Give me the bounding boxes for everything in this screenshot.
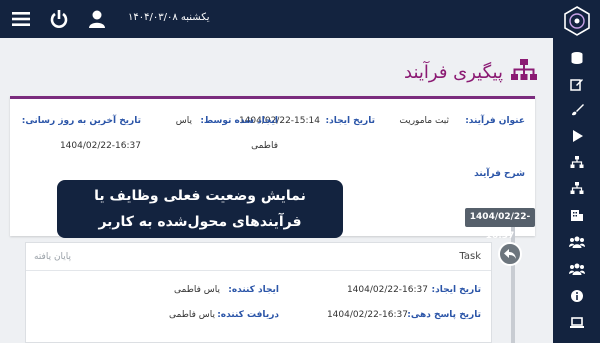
shield-logo[interactable] bbox=[562, 6, 592, 36]
play-icon[interactable] bbox=[553, 123, 600, 149]
users-icon[interactable] bbox=[553, 229, 600, 255]
building-icon[interactable] bbox=[553, 202, 600, 228]
task-creator-value: یاس فاطمی bbox=[173, 285, 220, 295]
last-update-label: تاریخ آخرین به روز رسانی: bbox=[21, 116, 141, 126]
brush-icon[interactable] bbox=[553, 97, 600, 123]
top-bar: یکشنبه ۱۴۰۴/۰۳/۰۸ bbox=[0, 0, 553, 38]
task-receiver-value: یاس فاطمی bbox=[168, 310, 215, 320]
created-date-label: تاریخ ایجاد: bbox=[325, 116, 376, 126]
last-update-value: 1404/02/22-16:37 bbox=[59, 141, 141, 151]
task-created-date-label: تاریخ ایجاد: bbox=[431, 285, 482, 295]
info-icon[interactable] bbox=[553, 283, 600, 309]
user-icon[interactable] bbox=[86, 8, 108, 30]
users-icon[interactable] bbox=[553, 256, 600, 282]
task-card[interactable]: Task پایان یافته تاریخ ایجاد: 1404/02/22… bbox=[25, 242, 492, 343]
callout-line-1: نمایش وضعیت فعلی وظایف یا bbox=[94, 188, 306, 204]
timeline-date-badge: 1404/02/22-16:37 bbox=[465, 208, 535, 241]
callout-line-2: فرآیندهای محول‌شده به کاربر bbox=[98, 214, 302, 230]
sidebar bbox=[553, 0, 600, 343]
process-title-value: ثبت ماموریت bbox=[399, 116, 449, 126]
task-created-date-value: 1404/02/22-16:37 bbox=[346, 285, 428, 295]
task-header: Task پایان یافته bbox=[26, 243, 491, 271]
database-icon[interactable] bbox=[553, 45, 600, 71]
process-title-label: عنوان فرآیند: bbox=[465, 116, 525, 126]
sitemap-icon[interactable] bbox=[553, 149, 600, 175]
sitemap-icon[interactable] bbox=[553, 175, 600, 201]
power-icon[interactable] bbox=[48, 8, 70, 30]
task-creator-label: ایجاد کننده: bbox=[228, 285, 279, 295]
edit-icon[interactable] bbox=[553, 71, 600, 97]
process-description-label: شرح فرآیند bbox=[474, 169, 525, 179]
task-status: پایان یافته bbox=[34, 252, 72, 262]
task-receiver-label: دریافت کننده: bbox=[217, 310, 279, 320]
page-header: پیگیری فرآیند bbox=[404, 58, 537, 86]
task-response-date-label: تاریخ پاسخ دهی: bbox=[407, 310, 481, 320]
current-date: یکشنبه ۱۴۰۴/۰۳/۰۸ bbox=[128, 12, 210, 23]
page-title: پیگیری فرآیند bbox=[404, 61, 503, 83]
task-response-date-value: 1404/02/22-16:37 bbox=[326, 310, 408, 320]
created-by-family: فاطمی bbox=[251, 141, 278, 151]
sitemap-icon bbox=[511, 58, 537, 86]
created-by-label: ایجاد شده توسط: bbox=[200, 116, 278, 126]
laptop-icon[interactable] bbox=[553, 310, 600, 336]
info-callout: نمایش وضعیت فعلی وظایف یا فرآیندهای محول… bbox=[57, 180, 343, 238]
created-by-value: یاس bbox=[175, 116, 192, 126]
menu-icon[interactable] bbox=[10, 8, 32, 30]
task-title: Task bbox=[459, 251, 481, 262]
reply-icon bbox=[498, 242, 522, 266]
